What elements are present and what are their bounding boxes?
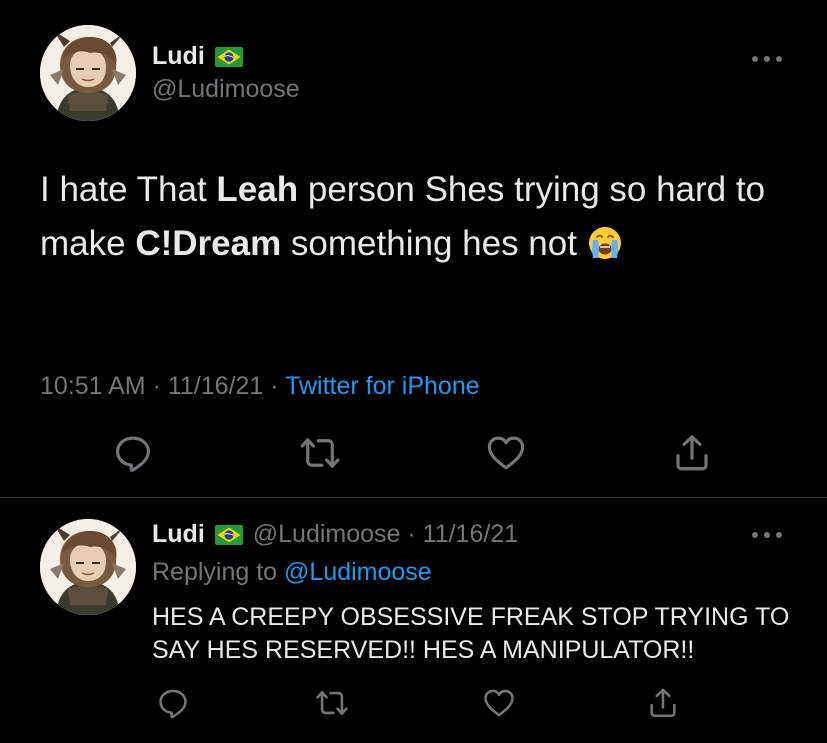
reply-author-name-row[interactable]: Ludi @Ludimoose · 11/16/21 xyxy=(152,520,518,549)
more-options-icon[interactable] xyxy=(752,528,782,542)
author-name-row[interactable]: Ludi xyxy=(152,42,243,71)
tweet-source[interactable]: Twitter for iPhone xyxy=(285,372,480,400)
reply-text: HES A CREEPY OBSESSIVE FREAK STOP TRYING… xyxy=(152,603,790,664)
tweet-text: I hate That Leah person Shes trying so h… xyxy=(40,163,800,271)
more-dot xyxy=(764,56,770,62)
retweet-icon[interactable] xyxy=(314,686,350,720)
more-dot xyxy=(776,56,782,62)
replying-to-label: Replying to xyxy=(152,558,285,586)
like-icon[interactable] xyxy=(482,686,516,720)
more-dot xyxy=(764,532,770,538)
replying-to: Replying to @Ludimoose xyxy=(152,558,432,587)
share-icon[interactable] xyxy=(671,432,713,474)
author-handle[interactable]: @Ludimoose xyxy=(152,75,300,104)
loudly-crying-face-icon xyxy=(587,225,623,261)
reply-author-avatar[interactable] xyxy=(40,519,136,615)
tweet-time: 10:51 AM xyxy=(40,372,146,400)
reply-author-handle-date[interactable]: @Ludimoose · 11/16/21 xyxy=(253,520,518,549)
author-avatar[interactable] xyxy=(40,25,136,121)
more-dot xyxy=(752,532,758,538)
tweet-text-segment: I hate That xyxy=(40,170,217,209)
tweet-date[interactable]: 11/16/21 xyxy=(168,372,263,400)
reply-author-display-name[interactable]: Ludi xyxy=(152,520,205,549)
tweet-text-bold-segment: Leah xyxy=(216,170,299,209)
reply-icon[interactable] xyxy=(156,686,190,720)
share-icon[interactable] xyxy=(646,686,680,720)
reply-tweet[interactable]: Ludi @Ludimoose · 11/16/21 Replying to @… xyxy=(0,498,827,743)
more-dot xyxy=(752,56,758,62)
reply-icon[interactable] xyxy=(112,432,154,474)
brazil-flag-icon xyxy=(215,525,243,545)
meta-separator: · xyxy=(263,372,286,400)
meta-separator: · xyxy=(145,372,168,400)
more-dot xyxy=(776,532,782,538)
main-tweet[interactable]: Ludi @Ludimoose I hate That Leah person … xyxy=(0,0,827,498)
more-options-icon[interactable] xyxy=(752,52,782,66)
brazil-flag-icon xyxy=(215,47,243,67)
author-display-name[interactable]: Ludi xyxy=(152,42,205,71)
replying-to-handle[interactable]: @Ludimoose xyxy=(284,558,432,586)
like-icon[interactable] xyxy=(485,432,527,474)
retweet-icon[interactable] xyxy=(298,432,342,474)
tweet-meta: 10:51 AM · 11/16/21 · Twitter for iPhone xyxy=(40,372,480,401)
tweet-text-segment: something hes not xyxy=(281,224,587,263)
tweet-text-bold-segment: C!Dream xyxy=(135,224,282,263)
